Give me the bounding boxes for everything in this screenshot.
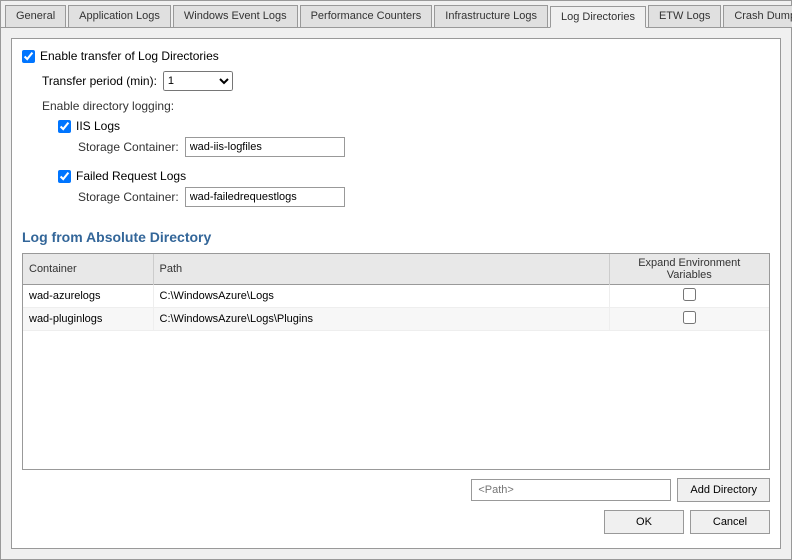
iis-logs-label: IIS Logs <box>76 119 120 133</box>
log-directories-table-container: Container Path Expand Environment Variab… <box>22 253 770 470</box>
panel: Enable transfer of Log Directories Trans… <box>11 38 781 549</box>
add-directory-button[interactable]: Add Directory <box>677 478 770 502</box>
iis-logs-section: IIS Logs Storage Container: <box>58 119 770 163</box>
col-header-path: Path <box>153 254 609 285</box>
failed-req-section: Failed Request Logs Storage Container: <box>58 169 770 213</box>
table-row: wad-pluginlogsC:\WindowsAzure\Logs\Plugi… <box>23 308 769 331</box>
iis-storage-row: Storage Container: <box>78 137 770 157</box>
ok-button[interactable]: OK <box>604 510 684 534</box>
path-row: Add Directory <box>22 478 770 502</box>
table-cell-path: C:\WindowsAzure\Logs <box>153 285 609 308</box>
iis-storage-label: Storage Container: <box>78 140 179 154</box>
enable-transfer-checkbox[interactable] <box>22 50 35 63</box>
col-header-container: Container <box>23 254 153 285</box>
failed-storage-label: Storage Container: <box>78 190 179 204</box>
enable-transfer-row: Enable transfer of Log Directories <box>22 49 770 63</box>
tab-windows-event-logs[interactable]: Windows Event Logs <box>173 5 298 27</box>
tab-infrastructure-logs[interactable]: Infrastructure Logs <box>434 5 548 27</box>
table-cell-path: C:\WindowsAzure\Logs\Plugins <box>153 308 609 331</box>
transfer-period-label: Transfer period (min): <box>42 74 157 88</box>
expand-env-checkbox[interactable] <box>683 311 696 324</box>
col-header-expand: Expand Environment Variables <box>609 254 769 285</box>
path-input[interactable] <box>471 479 671 501</box>
tab-etw-logs[interactable]: ETW Logs <box>648 5 721 27</box>
failed-req-checkbox[interactable] <box>58 170 71 183</box>
tab-performance-counters[interactable]: Performance Counters <box>300 5 433 27</box>
tab-general[interactable]: General <box>5 5 66 27</box>
tab-log-directories[interactable]: Log Directories <box>550 6 646 28</box>
log-directories-table: Container Path Expand Environment Variab… <box>23 254 769 331</box>
iis-storage-input[interactable] <box>185 137 345 157</box>
transfer-period-select[interactable]: 1 5 10 <box>163 71 233 91</box>
main-content: Enable transfer of Log Directories Trans… <box>1 28 791 559</box>
enable-transfer-label: Enable transfer of Log Directories <box>40 49 219 63</box>
failed-storage-row: Storage Container: <box>78 187 770 207</box>
tab-application-logs[interactable]: Application Logs <box>68 5 171 27</box>
enable-dir-label: Enable directory logging: <box>42 99 770 113</box>
failed-req-label: Failed Request Logs <box>76 169 186 183</box>
cancel-button[interactable]: Cancel <box>690 510 770 534</box>
iis-logs-check-row: IIS Logs <box>58 119 770 133</box>
table-cell-container: wad-azurelogs <box>23 285 153 308</box>
table-cell-expand <box>609 285 769 308</box>
table-cell-container: wad-pluginlogs <box>23 308 153 331</box>
tab-bar: General Application Logs Windows Event L… <box>1 1 791 28</box>
table-cell-expand <box>609 308 769 331</box>
iis-logs-checkbox[interactable] <box>58 120 71 133</box>
ok-cancel-row: OK Cancel <box>22 510 770 538</box>
bottom-bar: Add Directory OK Cancel <box>22 478 770 538</box>
table-row: wad-azurelogsC:\WindowsAzure\Logs <box>23 285 769 308</box>
absolute-dir-title: Log from Absolute Directory <box>22 229 770 245</box>
expand-env-checkbox[interactable] <box>683 288 696 301</box>
tab-crash-dumps[interactable]: Crash Dumps <box>723 5 792 27</box>
failed-req-check-row: Failed Request Logs <box>58 169 770 183</box>
dialog: General Application Logs Windows Event L… <box>0 0 792 560</box>
failed-storage-input[interactable] <box>185 187 345 207</box>
transfer-period-row: Transfer period (min): 1 5 10 <box>42 71 770 91</box>
